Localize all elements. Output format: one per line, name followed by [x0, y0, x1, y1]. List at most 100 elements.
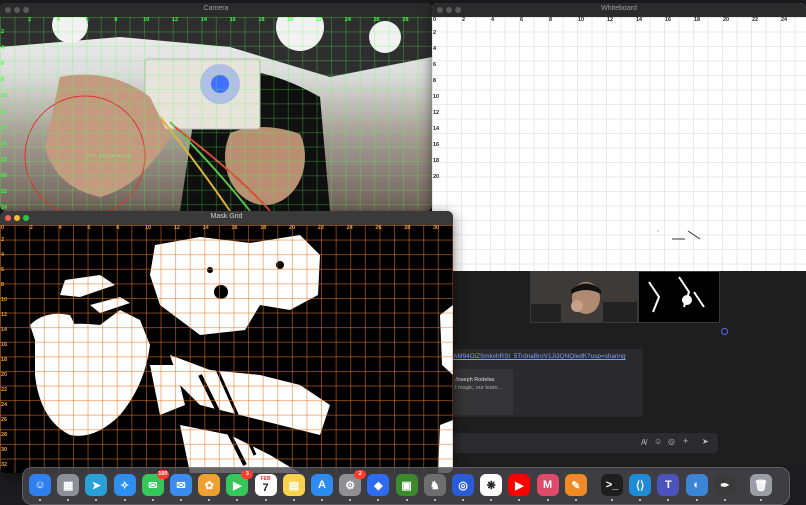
axis-tick-label: 16 — [1, 141, 8, 147]
status-icon — [721, 328, 728, 335]
running-indicator — [123, 499, 126, 501]
medium-icon[interactable]: M — [536, 474, 559, 501]
axis-tick-label: 10 — [143, 17, 150, 23]
app-store-icon[interactable]: A — [311, 474, 333, 501]
axis-tick-label: 20 — [723, 17, 730, 23]
camera-grid-overlay — [0, 17, 432, 211]
video-tile-mask[interactable] — [638, 271, 720, 323]
axis-tick-label: 2 — [29, 225, 33, 231]
notification-badge: 3 — [241, 470, 254, 479]
running-indicator — [639, 499, 642, 501]
running-indicator — [723, 499, 726, 501]
axis-tick-label: 6 — [1, 267, 5, 273]
chatgpt-icon[interactable]: ❋ — [480, 474, 503, 501]
axis-tick-label: 2 — [1, 237, 5, 243]
running-indicator — [611, 499, 613, 501]
axis-tick-label: 18 — [260, 225, 267, 231]
youtube-icon[interactable]: ▶ — [508, 474, 531, 501]
axis-tick-label: 4 — [56, 17, 60, 23]
safari-icon[interactable]: ✧ — [113, 474, 136, 501]
running-indicator — [67, 499, 70, 501]
teams-icon[interactable]: T — [657, 474, 680, 501]
app-glyph: >_ — [605, 479, 619, 491]
axis-tick-label: 2 — [1, 29, 5, 35]
roblox-icon[interactable]: ◆ — [367, 474, 390, 501]
axis-tick-label: 28 — [404, 225, 411, 231]
running-indicator — [405, 499, 408, 501]
app-glyph: ▶ — [233, 479, 242, 492]
axis-tick-label: 12 — [607, 17, 614, 23]
message-card[interactable]: AM94OiZSmkvhRSt_5TrdnaBroV1Ji3QNQledK?us… — [453, 349, 643, 417]
app-glyph: 🗑 — [754, 479, 768, 492]
format-icon[interactable]: A̸ — [641, 438, 646, 447]
whiteboard-titlebar[interactable]: Whiteboard — [432, 3, 806, 18]
emoji-icon[interactable]: ☺ — [654, 437, 662, 446]
axis-tick-label: 20 — [1, 372, 8, 378]
axis-tick-label: 22 — [316, 17, 323, 23]
telegram-icon[interactable]: ➤ — [85, 474, 108, 501]
app-glyph: ◆ — [374, 479, 383, 492]
gif-icon[interactable]: ◎ — [668, 437, 675, 446]
pen-icon[interactable]: ✒ — [713, 474, 736, 501]
link-preview[interactable]: Joseph Rodelas t magic, our team... — [453, 369, 513, 415]
axis-tick-label: 10 — [433, 94, 440, 100]
terminal-icon[interactable]: >_ — [601, 474, 623, 501]
vscode-icon[interactable]: ⟨⟩ — [629, 474, 652, 501]
running-indicator — [667, 499, 670, 501]
app-glyph: ⟨⟩ — [635, 479, 645, 492]
photos-icon[interactable]: ✿ — [198, 474, 221, 501]
running-indicator — [321, 499, 323, 501]
axis-tick-label: 12 — [173, 225, 180, 231]
notes-icon[interactable]: ▤ — [282, 474, 305, 501]
preview-icon[interactable]: ◐ — [685, 474, 708, 501]
axis-tick-label: 22 — [1, 387, 8, 393]
edge-icon[interactable]: ◎ — [452, 474, 474, 501]
finder-icon[interactable]: ☺ — [29, 474, 51, 501]
axis-tick-label: 14 — [1, 327, 8, 333]
axis-tick-label: 14 — [636, 17, 643, 23]
axis-tick-label: 18 — [1, 157, 8, 163]
launchpad-icon[interactable]: ▦ — [57, 474, 80, 501]
mask-grid-window[interactable]: Mask Grid 0 2 4 6 8 10 12 14 16 18 20 22 24 26 28 30 24… — [0, 211, 453, 473]
trash-icon[interactable]: 🗑 — [750, 474, 772, 501]
axis-tick-label: 0 — [433, 17, 437, 23]
app-glyph: 7 — [262, 482, 269, 494]
axis-tick-label: 6 — [85, 17, 89, 23]
coordinate-readout: (79.7, 8.6) (46.40, 0.6) — [86, 153, 131, 158]
shared-link[interactable]: AM94OiZSmkvhRSt_5TrdnaBroV1Ji3QNQledK?us… — [453, 353, 626, 360]
camera-titlebar[interactable]: Camera — [0, 3, 432, 18]
send-icon[interactable]: ➤ — [702, 437, 709, 446]
minecraft-icon[interactable]: ▣ — [395, 474, 418, 501]
whiteboard-canvas[interactable] — [432, 17, 806, 271]
axis-tick-label: 30 — [433, 225, 440, 231]
axis-tick-label: 26 — [373, 17, 380, 23]
axis-tick-label: 12 — [1, 109, 8, 115]
whiteboard-window[interactable]: Whiteboard 02468101214161820222426 24681… — [432, 3, 806, 271]
pages-icon[interactable]: ✎ — [564, 474, 587, 501]
axis-tick-label: 28 — [1, 432, 8, 438]
mail-icon[interactable]: ✉ — [170, 474, 192, 501]
axis-tick-label: 2 — [433, 30, 437, 36]
axis-tick-label: 24 — [344, 17, 351, 23]
facetime-icon[interactable]: ▶ 3 — [226, 470, 254, 501]
video-tile-camera[interactable] — [530, 271, 638, 323]
chess-icon[interactable]: ♞ — [423, 474, 446, 501]
axis-tick-label: 18 — [694, 17, 701, 23]
messages-icon[interactable]: ✉ 100 — [141, 470, 169, 501]
calendar-icon[interactable]: FEB 7 — [254, 474, 277, 501]
message-input[interactable]: A̸ ☺ ◎ + ➤ — [453, 433, 718, 453]
axis-tick-label: 8 — [116, 225, 120, 231]
mask-y-axis: 2 4 6 8 10 12 14 16 18 20 22 24 26 28 30 32 — [0, 233, 10, 473]
mask-grid-overlay — [0, 225, 453, 473]
mask-grid-titlebar[interactable]: Mask Grid — [0, 211, 453, 226]
running-indicator — [208, 499, 211, 501]
app-glyph: ☺ — [34, 479, 46, 491]
axis-tick-label: 32 — [1, 462, 8, 468]
axis-tick-label: 10 — [1, 93, 8, 99]
plus-icon[interactable]: + — [683, 436, 688, 446]
running-indicator — [95, 499, 98, 501]
whiteboard-x-axis: 02468101214161820222426 — [432, 17, 806, 25]
camera-window[interactable]: Camera (79.7, 8.6) (46.40, 0.6) 2 4 6 8 10 12… — [0, 3, 432, 211]
axis-tick-label: 26 — [375, 225, 382, 231]
system-settings-icon[interactable]: ⚙ 2 — [339, 470, 367, 501]
